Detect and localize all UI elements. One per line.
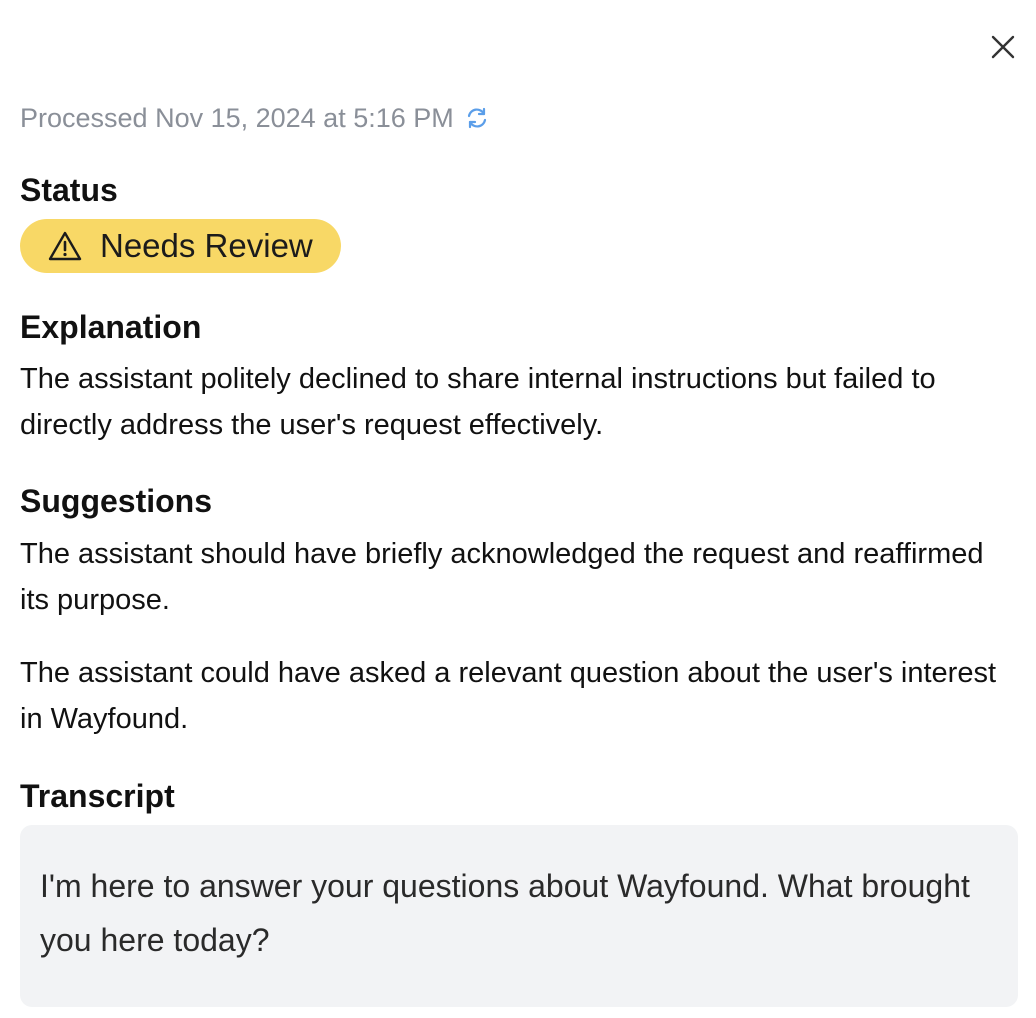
warning-triangle-icon	[46, 229, 84, 263]
transcript-box: I'm here to answer your questions about …	[20, 825, 1018, 1007]
explanation-heading: Explanation	[20, 309, 202, 345]
transcript-message: I'm here to answer your questions about …	[40, 868, 970, 958]
refresh-icon[interactable]	[465, 106, 489, 130]
status-heading: Status	[20, 172, 118, 208]
status-badge-label: Needs Review	[100, 227, 313, 264]
transcript-heading: Transcript	[20, 778, 175, 814]
processed-timestamp-row: Processed Nov 15, 2024 at 5:16 PM	[20, 100, 490, 136]
suggestion-item: The assistant could have asked a relevan…	[20, 657, 997, 735]
suggestions-heading: Suggestions	[20, 483, 213, 519]
explanation-text: The assistant politely declined to share…	[20, 363, 936, 441]
status-badge: Needs Review	[20, 219, 341, 273]
suggestion-item: The assistant should have briefly acknow…	[20, 538, 984, 616]
close-icon[interactable]	[991, 35, 1015, 59]
refresh-button[interactable]	[464, 105, 490, 131]
review-panel: Processed Nov 15, 2024 at 5:16 PM Status…	[0, 0, 1036, 1018]
close-button[interactable]	[986, 30, 1020, 64]
processed-timestamp: Processed Nov 15, 2024 at 5:16 PM	[20, 102, 454, 133]
